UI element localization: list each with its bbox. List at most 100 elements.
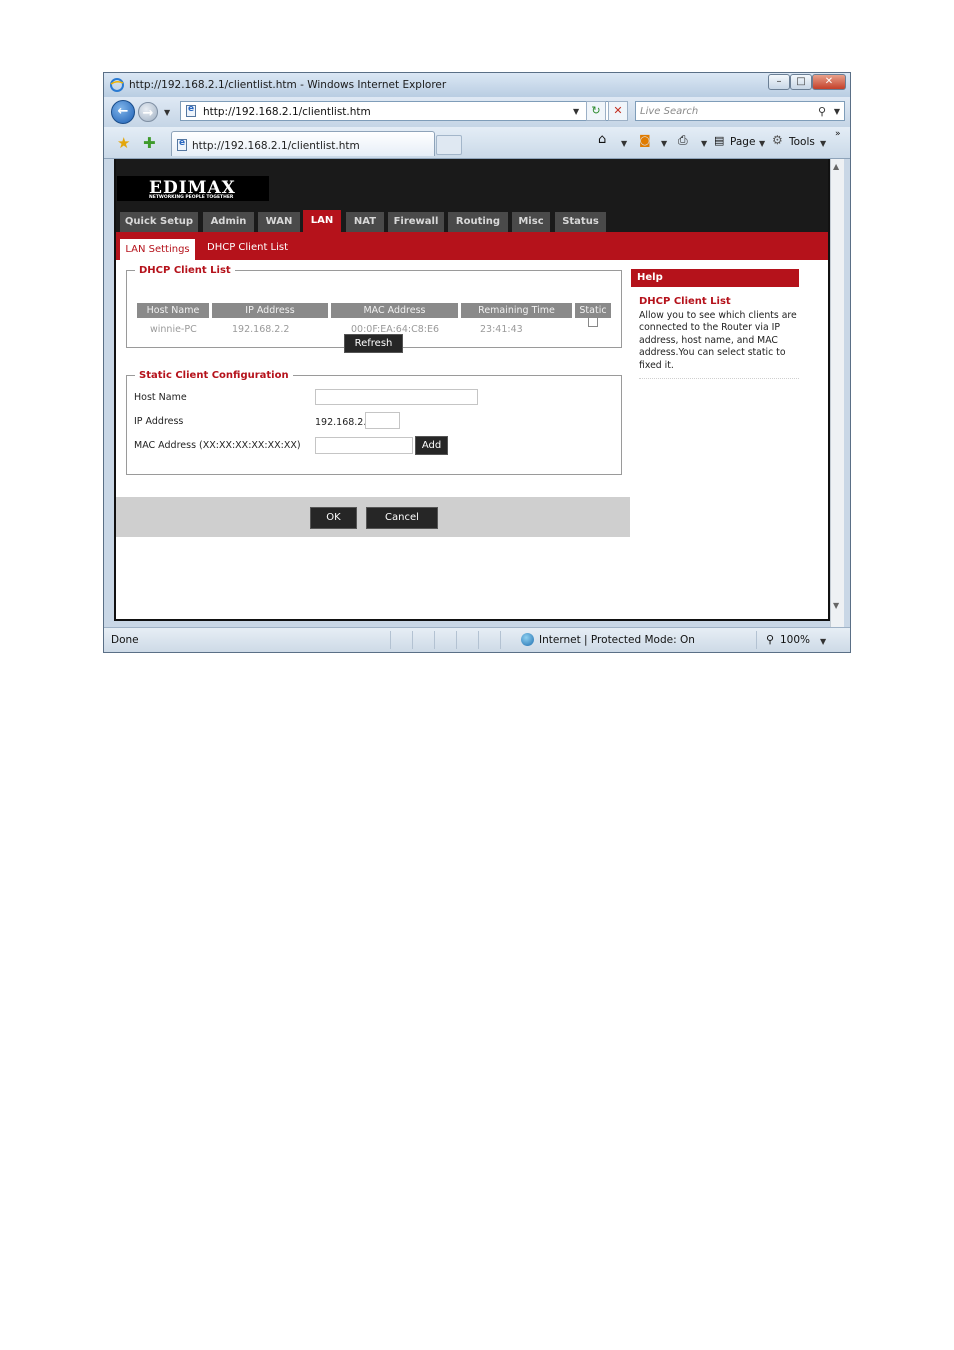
action-button-row: OK Cancel bbox=[116, 497, 630, 537]
home-dropdown-icon[interactable]: ▼ bbox=[621, 139, 627, 148]
tab-bar: ★ ✚ http://192.168.2.1/clientlist.htm ⌂ … bbox=[104, 127, 850, 159]
menu-wan[interactable]: WAN bbox=[258, 212, 300, 232]
feeds-icon[interactable]: ◙ bbox=[639, 133, 651, 147]
tools-dropdown-icon[interactable]: ▼ bbox=[820, 139, 826, 148]
help-body: Allow you to see which clients are conne… bbox=[639, 310, 797, 371]
gear-icon: ⚙ bbox=[772, 133, 783, 147]
status-text: Done bbox=[111, 634, 139, 646]
scroll-up-icon[interactable]: ▲ bbox=[833, 162, 839, 171]
col-mac-address: MAC Address bbox=[331, 303, 458, 318]
submenu-bar: LAN Settings DHCP Client List bbox=[116, 232, 828, 260]
zoom-level[interactable]: 100% bbox=[780, 634, 810, 646]
help-header: Help bbox=[631, 269, 799, 287]
maximize-icon[interactable]: □ bbox=[790, 74, 812, 90]
status-divider bbox=[390, 631, 391, 649]
static-checkbox[interactable] bbox=[588, 317, 598, 327]
minimize-icon[interactable]: – bbox=[768, 74, 790, 90]
row-remaining-time: 23:41:43 bbox=[480, 324, 523, 335]
host-name-input[interactable] bbox=[315, 389, 478, 405]
menu-routing[interactable]: Routing bbox=[448, 212, 508, 232]
back-arrow-icon[interactable]: ← bbox=[111, 100, 135, 124]
zoom-dropdown-icon[interactable]: ▼ bbox=[820, 637, 826, 646]
menu-admin[interactable]: Admin bbox=[203, 212, 254, 232]
dhcp-list-legend: DHCP Client List bbox=[139, 265, 231, 276]
status-divider bbox=[456, 631, 457, 649]
col-ip-address: IP Address bbox=[212, 303, 328, 318]
static-client-config-fieldset: Static Client Configuration Host Name IP… bbox=[126, 370, 622, 475]
stop-icon[interactable]: ✕ bbox=[608, 101, 628, 121]
page-viewport: EDIMAX NETWORKING PEOPLE TOGETHER Quick … bbox=[114, 159, 830, 621]
home-icon[interactable]: ⌂ bbox=[598, 132, 606, 147]
scroll-down-icon[interactable]: ▼ bbox=[833, 601, 839, 610]
security-zone: Internet | Protected Mode: On bbox=[539, 634, 695, 646]
dhcp-client-list-fieldset: DHCP Client List Host Name IP Address MA… bbox=[126, 265, 622, 353]
cancel-button[interactable]: Cancel bbox=[366, 507, 438, 529]
url-text: http://192.168.2.1/clientlist.htm bbox=[203, 106, 371, 118]
print-dropdown-icon[interactable]: ▼ bbox=[701, 139, 707, 148]
menu-quick-setup[interactable]: Quick Setup bbox=[120, 212, 198, 232]
refresh-icon[interactable]: ↻ bbox=[586, 101, 606, 121]
tab-label: http://192.168.2.1/clientlist.htm bbox=[192, 140, 360, 152]
feeds-dropdown-icon[interactable]: ▼ bbox=[661, 139, 667, 148]
forward-arrow-icon[interactable]: → bbox=[138, 102, 158, 122]
address-bar: ← → ▼ http://192.168.2.1/clientlist.htm … bbox=[104, 97, 850, 127]
url-dropdown-icon[interactable]: ▼ bbox=[573, 107, 579, 116]
globe-icon bbox=[521, 633, 534, 646]
help-panel: Help DHCP Client List Allow you to see w… bbox=[631, 269, 799, 380]
print-icon[interactable]: ⎙ bbox=[678, 133, 688, 148]
col-remaining-time: Remaining Time bbox=[461, 303, 572, 318]
zoom-icon: ⚲ bbox=[766, 633, 775, 646]
search-icon[interactable]: ⚲ bbox=[818, 105, 826, 118]
page-menu[interactable]: Page bbox=[730, 136, 755, 148]
add-button[interactable]: Add bbox=[415, 436, 448, 455]
col-host-name: Host Name bbox=[137, 303, 209, 318]
col-static: Static bbox=[575, 303, 611, 318]
new-tab-button[interactable] bbox=[436, 135, 462, 155]
tools-menu[interactable]: Tools bbox=[789, 136, 815, 148]
menu-status[interactable]: Status bbox=[555, 212, 606, 232]
window-title: http://192.168.2.1/clientlist.htm - Wind… bbox=[129, 79, 447, 91]
ie-logo-icon bbox=[110, 78, 124, 92]
help-title: DHCP Client List bbox=[639, 296, 731, 307]
url-input[interactable]: http://192.168.2.1/clientlist.htm ▼ bbox=[180, 101, 628, 121]
menu-lan[interactable]: LAN bbox=[303, 210, 341, 232]
static-config-legend: Static Client Configuration bbox=[139, 370, 289, 381]
add-favorites-icon[interactable]: ✚ bbox=[143, 134, 156, 152]
menu-nat[interactable]: NAT bbox=[346, 212, 384, 232]
menu-firewall[interactable]: Firewall bbox=[388, 212, 444, 232]
search-input[interactable]: Live Search ⚲ ▼ bbox=[635, 101, 845, 121]
help-divider bbox=[639, 378, 799, 380]
logo-tagline: NETWORKING PEOPLE TOGETHER bbox=[149, 195, 234, 200]
menu-misc[interactable]: Misc bbox=[512, 212, 550, 232]
mac-address-input[interactable] bbox=[315, 437, 413, 454]
refresh-button[interactable]: Refresh bbox=[344, 334, 403, 353]
row-host-name: winnie-PC bbox=[150, 324, 197, 335]
favorites-star-icon[interactable]: ★ bbox=[117, 134, 130, 152]
status-bar: Done Internet | Protected Mode: On ⚲ 100… bbox=[104, 627, 850, 652]
vertical-scrollbar[interactable]: ▲ ▼ bbox=[830, 159, 844, 627]
status-divider bbox=[434, 631, 435, 649]
page-dropdown-icon[interactable]: ▼ bbox=[759, 139, 765, 148]
search-placeholder: Live Search bbox=[640, 106, 699, 117]
subtab-dhcp-client-list[interactable]: DHCP Client List bbox=[207, 242, 288, 253]
status-divider bbox=[756, 631, 757, 649]
history-dropdown-icon[interactable]: ▼ bbox=[164, 108, 170, 117]
ip-prefix: 192.168.2. bbox=[315, 417, 367, 428]
browser-window: http://192.168.2.1/clientlist.htm - Wind… bbox=[103, 72, 851, 653]
ip-last-octet-input[interactable] bbox=[365, 412, 400, 429]
subtab-lan-settings[interactable]: LAN Settings bbox=[120, 239, 195, 260]
status-divider bbox=[412, 631, 413, 649]
title-bar: http://192.168.2.1/clientlist.htm - Wind… bbox=[104, 73, 850, 97]
ok-button[interactable]: OK bbox=[310, 507, 357, 529]
chevron-more-icon[interactable]: » bbox=[835, 129, 841, 139]
status-divider bbox=[478, 631, 479, 649]
ip-address-label: IP Address bbox=[134, 416, 184, 427]
page-menu-icon: ▤ bbox=[714, 134, 725, 147]
search-dropdown-icon[interactable]: ▼ bbox=[834, 107, 840, 116]
browser-tab[interactable]: http://192.168.2.1/clientlist.htm bbox=[171, 131, 435, 156]
close-icon[interactable]: ✕ bbox=[812, 74, 846, 90]
host-name-label: Host Name bbox=[134, 392, 187, 403]
row-ip-address: 192.168.2.2 bbox=[232, 324, 290, 335]
edimax-logo: EDIMAX NETWORKING PEOPLE TOGETHER bbox=[117, 176, 269, 201]
tab-page-icon bbox=[177, 138, 187, 151]
